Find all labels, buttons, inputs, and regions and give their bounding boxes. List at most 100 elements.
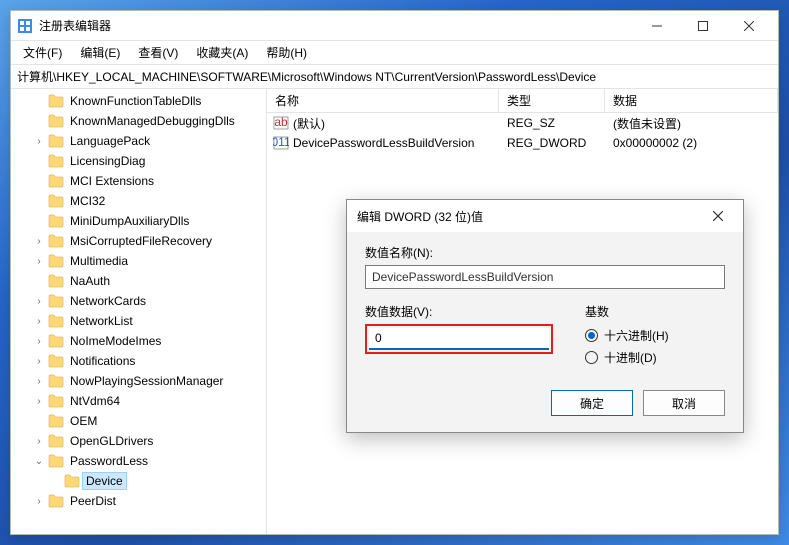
folder-icon — [48, 414, 64, 428]
tree-item-label: LicensingDiag — [67, 153, 148, 169]
tree-item[interactable]: ›NowPlayingSessionManager — [11, 371, 266, 391]
tree-item-label: Notifications — [67, 353, 138, 369]
tree-item[interactable]: MiniDumpAuxiliaryDlls — [11, 211, 266, 231]
base-label: 基数 — [585, 303, 725, 320]
menu-edit[interactable]: 编辑(E) — [72, 42, 128, 63]
tree-item[interactable]: › Multimedia — [11, 251, 266, 271]
column-header-type[interactable]: 类型 — [499, 89, 605, 112]
minimize-button[interactable] — [634, 11, 680, 41]
chevron-right-icon[interactable]: › — [33, 316, 45, 327]
window-title: 注册表编辑器 — [39, 17, 634, 34]
folder-icon — [48, 174, 64, 188]
radio-hex[interactable]: 十六进制(H) — [585, 324, 725, 346]
folder-icon — [48, 154, 64, 168]
chevron-right-icon[interactable]: › — [33, 296, 45, 307]
folder-icon — [48, 274, 64, 288]
tree-pane[interactable]: KnownFunctionTableDlls KnownManagedDebugg… — [11, 89, 267, 534]
dialog-body: 数值名称(N): 数值数据(V): 基数 十六进制(H) 十进制(D) — [347, 232, 743, 432]
tree-item[interactable]: › NoImeModeImes — [11, 331, 266, 351]
edit-dword-dialog: 编辑 DWORD (32 位)值 数值名称(N): 数值数据(V): 基数 十六… — [346, 199, 744, 433]
folder-icon — [48, 434, 64, 448]
tree-item-label: NoImeModeImes — [67, 333, 164, 349]
chevron-right-icon[interactable]: › — [33, 256, 45, 267]
value-name: DevicePasswordLessBuildVersion — [293, 136, 474, 150]
value-name-field[interactable] — [365, 265, 725, 289]
folder-icon — [48, 314, 64, 328]
tree-item-label: KnownFunctionTableDlls — [67, 93, 204, 109]
folder-icon — [48, 394, 64, 408]
folder-icon — [48, 254, 64, 268]
tree-item[interactable]: Device — [11, 471, 266, 491]
tree-item[interactable]: › LanguagePack — [11, 131, 266, 151]
folder-icon — [48, 94, 64, 108]
tree-item[interactable]: › PeerDist — [11, 491, 266, 511]
radio-dec-label: 十进制(D) — [604, 349, 657, 366]
list-row[interactable]: ab(默认)REG_SZ(数值未设置) — [267, 113, 778, 133]
tree-item[interactable]: KnownManagedDebuggingDlls — [11, 111, 266, 131]
list-header: 名称 类型 数据 — [267, 89, 778, 113]
chevron-right-icon[interactable]: › — [33, 236, 45, 247]
tree-item-label: LanguagePack — [67, 133, 153, 149]
column-header-name[interactable]: 名称 — [267, 89, 499, 112]
tree-item[interactable]: › MsiCorruptedFileRecovery — [11, 231, 266, 251]
ok-button[interactable]: 确定 — [551, 390, 633, 416]
tree-item[interactable]: OEM — [11, 411, 266, 431]
chevron-down-icon[interactable]: ⌄ — [33, 456, 45, 467]
folder-icon — [48, 374, 64, 388]
value-data-label: 数值数据(V): — [365, 303, 555, 320]
value-data-field[interactable] — [369, 328, 549, 350]
tree-item-label: MCI32 — [67, 193, 108, 209]
list-row[interactable]: 011DevicePasswordLessBuildVersionREG_DWO… — [267, 133, 778, 153]
tree-item[interactable]: MCI Extensions — [11, 171, 266, 191]
tree-item-label: NetworkList — [67, 313, 136, 329]
folder-icon — [48, 354, 64, 368]
close-button[interactable] — [726, 11, 772, 41]
folder-icon — [48, 194, 64, 208]
binary-value-icon: 011 — [273, 135, 289, 151]
chevron-right-icon[interactable]: › — [33, 376, 45, 387]
cancel-button[interactable]: 取消 — [643, 390, 725, 416]
maximize-button[interactable] — [680, 11, 726, 41]
chevron-right-icon[interactable]: › — [33, 496, 45, 507]
chevron-right-icon[interactable]: › — [33, 336, 45, 347]
folder-icon — [48, 234, 64, 248]
folder-icon — [48, 334, 64, 348]
tree-item[interactable]: LicensingDiag — [11, 151, 266, 171]
tree-item-label: PeerDist — [67, 493, 119, 509]
menu-view[interactable]: 查看(V) — [130, 42, 186, 63]
tree-item[interactable]: ⌄PasswordLess — [11, 451, 266, 471]
titlebar: 注册表编辑器 — [11, 11, 778, 41]
tree-item-label: NaAuth — [67, 273, 113, 289]
tree-item[interactable]: ›OpenGLDrivers — [11, 431, 266, 451]
column-header-data[interactable]: 数据 — [605, 89, 778, 112]
folder-icon — [48, 454, 64, 468]
dialog-close-button[interactable] — [703, 202, 733, 230]
folder-icon — [48, 134, 64, 148]
menu-favorites[interactable]: 收藏夹(A) — [188, 42, 256, 63]
chevron-right-icon[interactable]: › — [33, 436, 45, 447]
tree-item-label: Multimedia — [67, 253, 131, 269]
value-data: (数值未设置) — [605, 115, 778, 132]
radio-dec[interactable]: 十进制(D) — [585, 346, 725, 368]
tree-item-label: MsiCorruptedFileRecovery — [67, 233, 215, 249]
app-icon — [17, 18, 33, 34]
tree-item[interactable]: › NetworkList — [11, 311, 266, 331]
tree-item[interactable]: KnownFunctionTableDlls — [11, 91, 266, 111]
tree-item-label: NtVdm64 — [67, 393, 123, 409]
menu-file[interactable]: 文件(F) — [15, 42, 70, 63]
tree-item[interactable]: › NtVdm64 — [11, 391, 266, 411]
radio-dec-icon — [585, 351, 598, 364]
chevron-right-icon[interactable]: › — [33, 396, 45, 407]
chevron-right-icon[interactable]: › — [33, 356, 45, 367]
tree-item[interactable]: ›NetworkCards — [11, 291, 266, 311]
folder-icon — [64, 474, 80, 488]
chevron-right-icon[interactable]: › — [33, 136, 45, 147]
folder-icon — [48, 294, 64, 308]
address-bar[interactable]: 计算机\HKEY_LOCAL_MACHINE\SOFTWARE\Microsof… — [11, 65, 778, 89]
tree-item-label: MCI Extensions — [67, 173, 157, 189]
tree-item[interactable]: NaAuth — [11, 271, 266, 291]
menu-help[interactable]: 帮助(H) — [258, 42, 315, 63]
string-value-icon: ab — [273, 115, 289, 131]
tree-item[interactable]: › Notifications — [11, 351, 266, 371]
tree-item[interactable]: MCI32 — [11, 191, 266, 211]
